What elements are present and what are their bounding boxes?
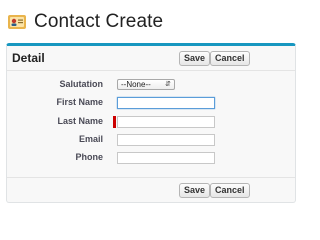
select-arrows-icon: ⇵	[165, 81, 171, 88]
detail-panel: Detail Save Cancel Salutation --None-- ⇵…	[6, 43, 296, 203]
salutation-value: --None--	[121, 80, 151, 89]
last-name-label: Last Name	[57, 116, 103, 126]
email-input[interactable]	[117, 134, 215, 146]
cancel-button-bottom[interactable]: Cancel	[210, 183, 250, 198]
required-indicator	[113, 116, 116, 128]
last-name-input[interactable]	[117, 116, 215, 128]
first-name-label: First Name	[56, 97, 103, 107]
first-name-input[interactable]	[117, 97, 215, 109]
contact-card-icon	[6, 11, 28, 33]
salutation-label: Salutation	[59, 79, 103, 89]
panel-title: Detail	[12, 51, 45, 65]
save-button-top[interactable]: Save	[179, 51, 211, 66]
page-title: Contact Create	[34, 11, 164, 32]
panel-divider	[7, 177, 295, 178]
email-label: Email	[78, 134, 103, 144]
cancel-button-top[interactable]: Cancel	[210, 51, 250, 66]
save-button-bottom[interactable]: Save	[179, 183, 211, 198]
salutation-select[interactable]: --None-- ⇵	[117, 79, 175, 90]
page-header: Contact Create	[6, 10, 163, 34]
panel-header: Detail Save Cancel	[7, 46, 295, 71]
phone-input[interactable]	[117, 152, 215, 164]
phone-label: Phone	[75, 152, 103, 162]
